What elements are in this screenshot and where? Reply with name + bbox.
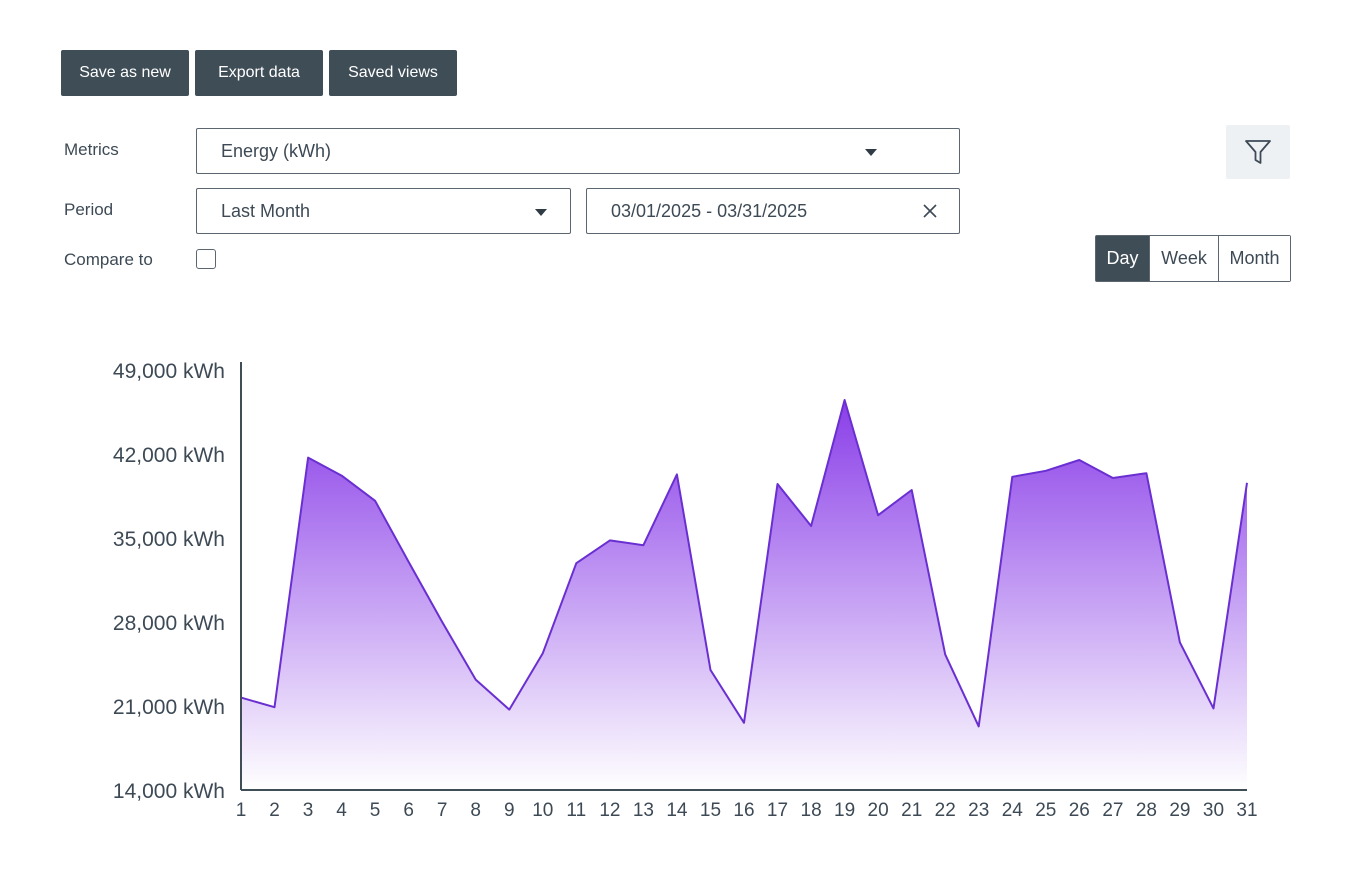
saved-views-button[interactable]: Saved views bbox=[329, 50, 457, 96]
close-icon[interactable] bbox=[921, 202, 939, 220]
y-tick-label: 21,000 kWh bbox=[113, 696, 225, 719]
y-tick-label: 14,000 kWh bbox=[113, 780, 225, 803]
x-tick-label: 7 bbox=[437, 800, 448, 821]
granularity-toggle: Day Week Month bbox=[1095, 235, 1291, 282]
y-tick-label: 28,000 kWh bbox=[113, 612, 225, 635]
x-tick-label: 31 bbox=[1236, 800, 1257, 821]
x-tick-label: 12 bbox=[599, 800, 620, 821]
metrics-label: Metrics bbox=[64, 140, 119, 159]
x-tick-label: 22 bbox=[935, 800, 956, 821]
metrics-select-value: Energy (kWh) bbox=[221, 140, 332, 161]
granularity-week-button[interactable]: Week bbox=[1149, 236, 1218, 281]
x-tick-label: 14 bbox=[666, 800, 688, 821]
x-tick-label: 13 bbox=[633, 800, 654, 821]
energy-area-chart: 14,000 kWh 21,000 kWh 28,000 kWh 35,000 kWh… bbox=[113, 360, 1258, 821]
x-tick-label: 21 bbox=[901, 800, 922, 821]
series-area bbox=[241, 400, 1247, 790]
x-tick-label: 25 bbox=[1035, 800, 1056, 821]
x-tick-label: 17 bbox=[767, 800, 788, 821]
x-tick-label: 5 bbox=[370, 800, 381, 821]
metrics-select[interactable]: Energy (kWh) bbox=[196, 128, 960, 174]
compare-to-label: Compare to bbox=[64, 250, 153, 269]
x-tick-label: 1 bbox=[236, 800, 247, 821]
y-tick-label: 35,000 kWh bbox=[113, 528, 225, 551]
period-label: Period bbox=[64, 200, 114, 219]
filter-icon bbox=[1245, 140, 1271, 164]
date-range-field[interactable]: 03/01/2025 - 03/31/2025 bbox=[586, 188, 960, 234]
x-tick-label: 6 bbox=[403, 800, 414, 821]
x-tick-label: 28 bbox=[1136, 800, 1157, 821]
x-tick-label: 20 bbox=[868, 800, 889, 821]
chevron-down-icon bbox=[535, 209, 547, 216]
granularity-month-button[interactable]: Month bbox=[1218, 236, 1290, 281]
x-tick-label: 9 bbox=[504, 800, 515, 821]
x-tick-label: 29 bbox=[1169, 800, 1190, 821]
x-tick-label: 23 bbox=[968, 800, 989, 821]
x-tick-label: 18 bbox=[801, 800, 822, 821]
x-tick-label: 8 bbox=[470, 800, 481, 821]
date-range-value: 03/01/2025 - 03/31/2025 bbox=[611, 200, 808, 221]
x-tick-label: 15 bbox=[700, 800, 721, 821]
chevron-down-icon bbox=[865, 149, 877, 156]
x-tick-label: 11 bbox=[566, 800, 586, 821]
x-tick-label: 10 bbox=[532, 800, 553, 821]
x-tick-label: 24 bbox=[1002, 800, 1024, 821]
granularity-day-button[interactable]: Day bbox=[1096, 236, 1149, 281]
compare-to-checkbox[interactable] bbox=[196, 249, 216, 269]
x-tick-label: 4 bbox=[336, 800, 347, 821]
toolbar: Save as new Export data Saved views bbox=[61, 50, 457, 96]
export-data-button[interactable]: Export data bbox=[195, 50, 323, 96]
period-select[interactable]: Last Month bbox=[196, 188, 571, 234]
y-tick-label: 49,000 kWh bbox=[113, 360, 225, 383]
x-tick-label: 30 bbox=[1203, 800, 1224, 821]
x-tick-label: 27 bbox=[1102, 800, 1123, 821]
x-tick-label: 16 bbox=[733, 800, 754, 821]
x-tick-label: 19 bbox=[834, 800, 855, 821]
filter-button[interactable] bbox=[1226, 125, 1290, 179]
save-as-new-button[interactable]: Save as new bbox=[61, 50, 189, 96]
period-select-value: Last Month bbox=[221, 200, 311, 221]
x-tick-label: 2 bbox=[269, 800, 280, 821]
x-tick-label: 26 bbox=[1069, 800, 1090, 821]
y-tick-label: 42,000 kWh bbox=[113, 444, 225, 467]
x-tick-label: 3 bbox=[303, 800, 314, 821]
